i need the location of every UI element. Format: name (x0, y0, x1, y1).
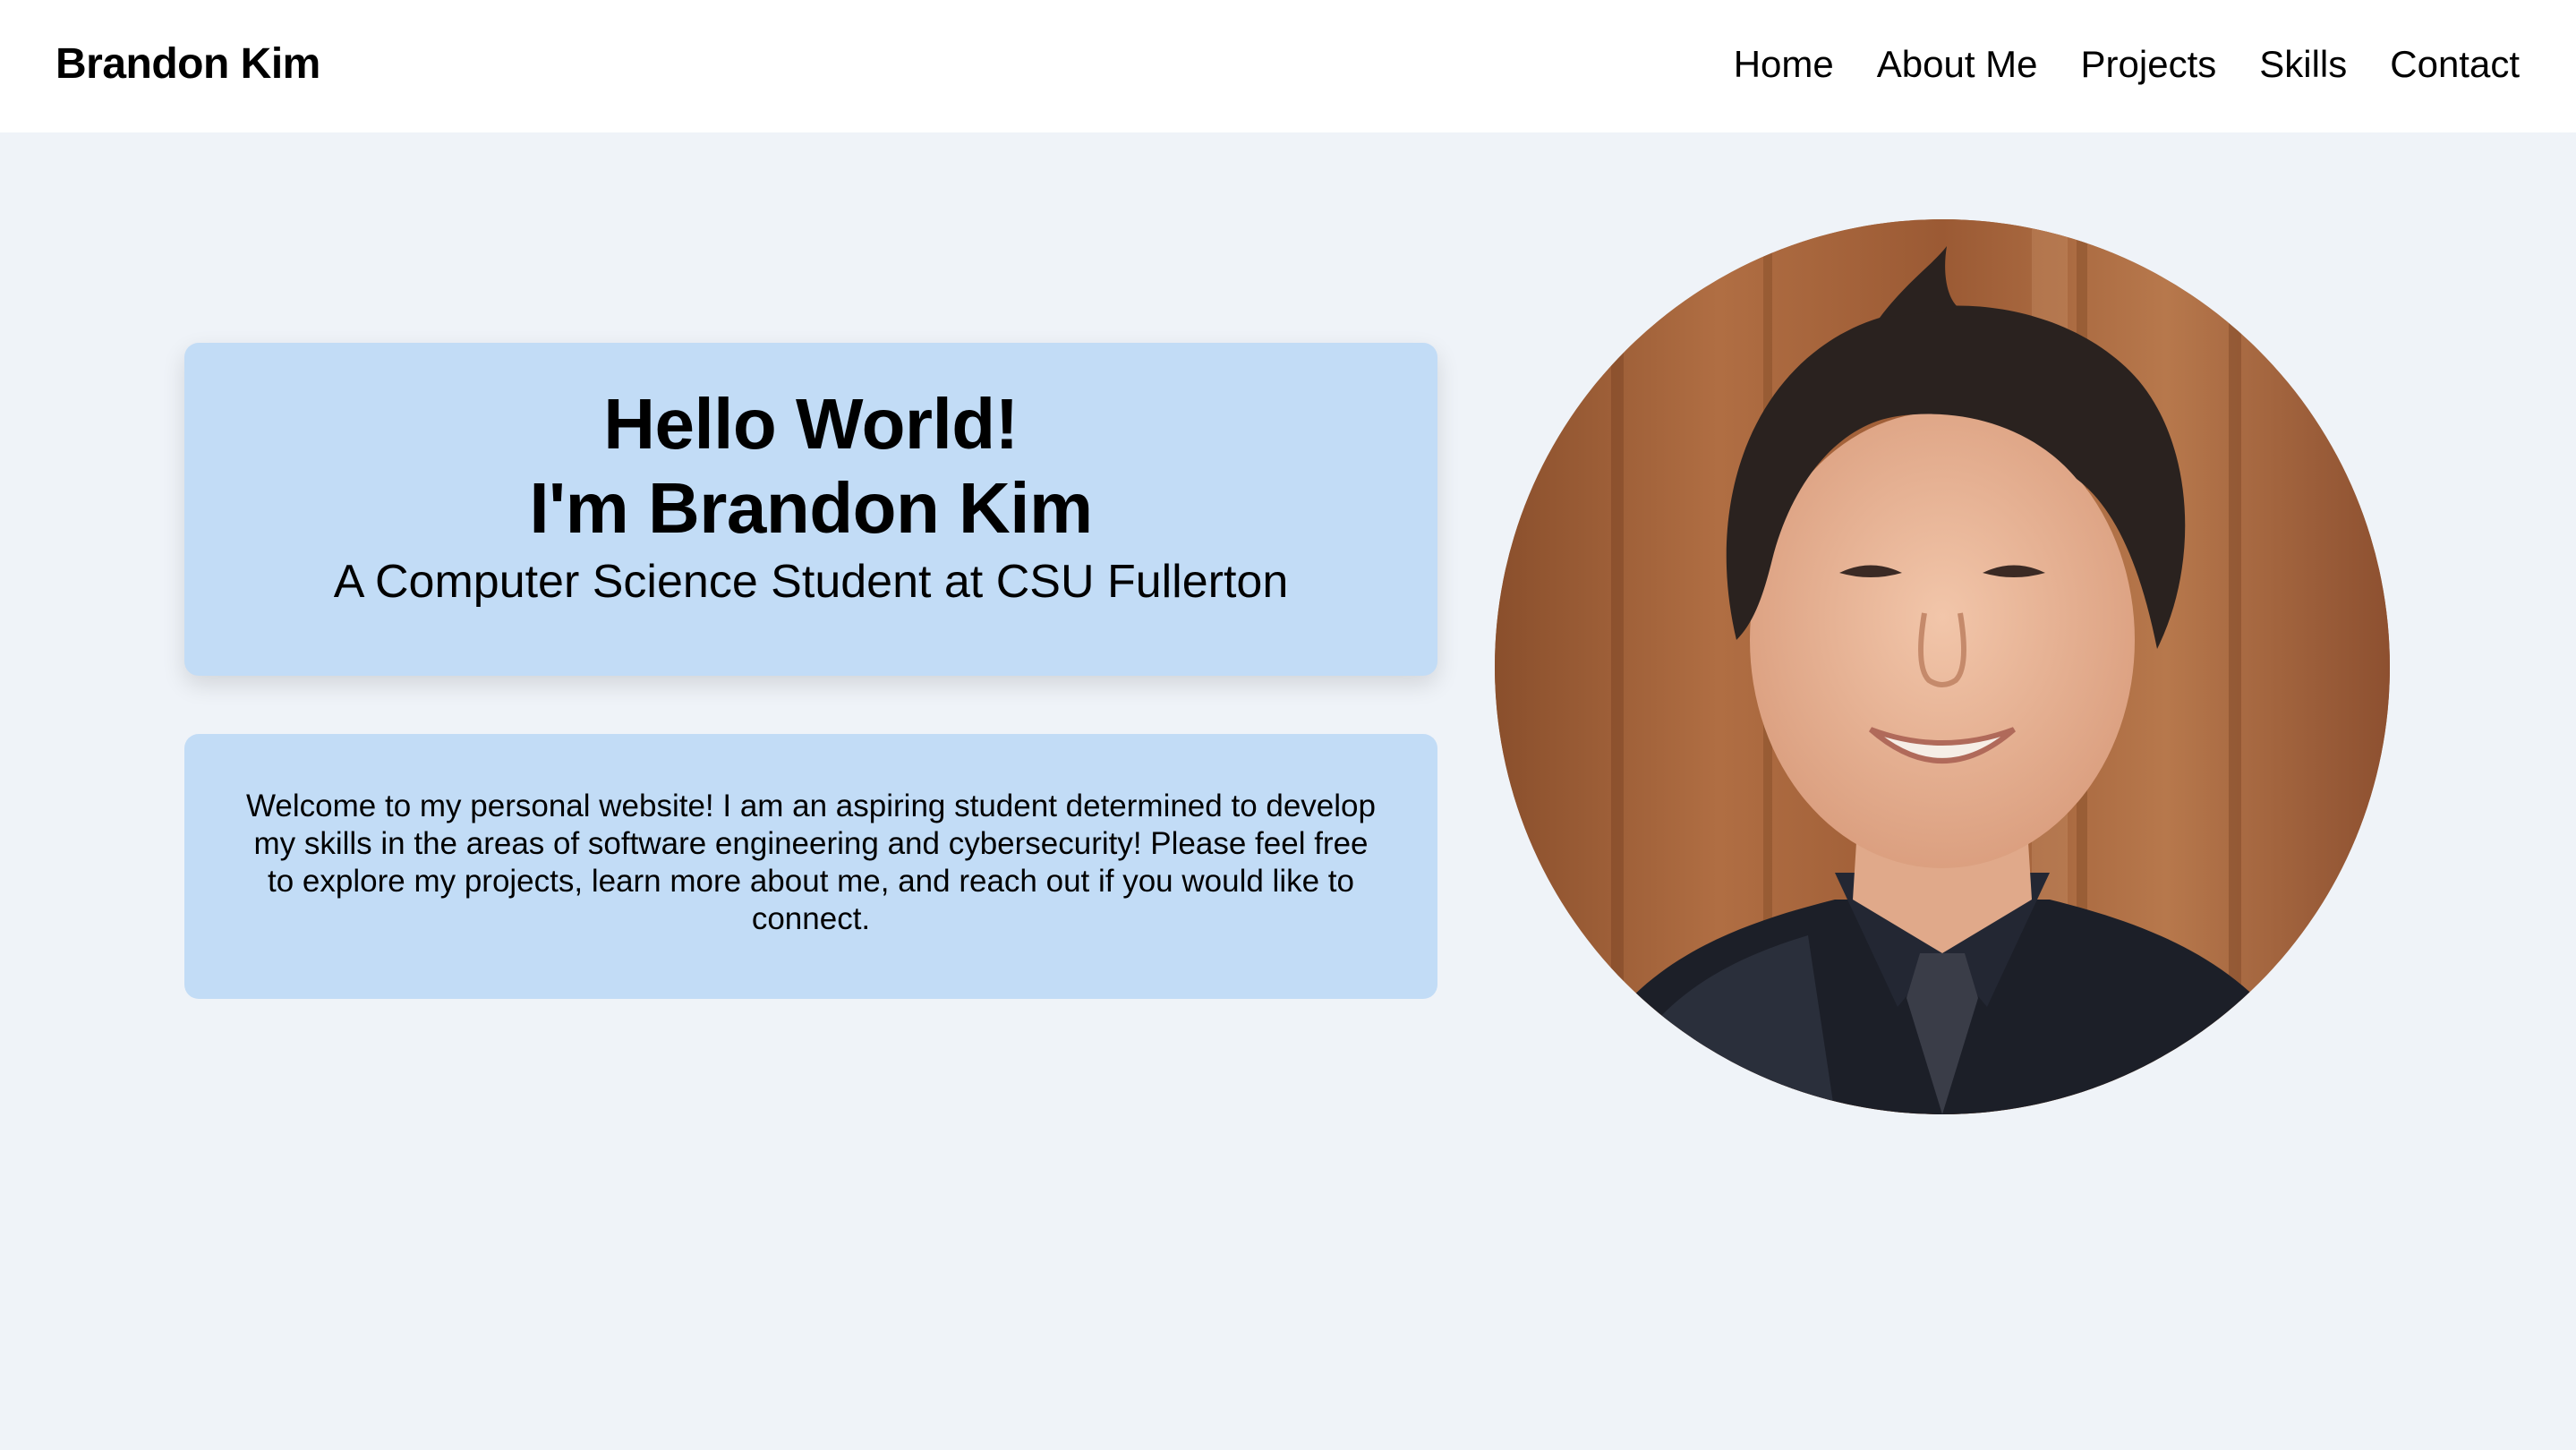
nav-link-about[interactable]: About Me (1877, 43, 2038, 85)
nav-links: Home About Me Projects Skills Contact (1734, 38, 2520, 91)
nav-item-contact: Contact (2390, 38, 2520, 91)
hero-card: Hello World! I'm Brandon Kim A Computer … (184, 343, 1437, 676)
hero-greeting: Hello World! (603, 384, 1019, 464)
navbar: Brandon Kim Home About Me Projects Skill… (0, 0, 2576, 132)
portrait-illustration (1495, 219, 2390, 1114)
nav-link-skills[interactable]: Skills (2259, 43, 2347, 85)
hero-subtitle: A Computer Science Student at CSU Fuller… (333, 556, 1289, 608)
intro-card: Welcome to my personal website! I am an … (184, 734, 1437, 999)
intro-text: Welcome to my personal website! I am an … (246, 789, 1376, 936)
site-brand[interactable]: Brandon Kim (55, 38, 320, 91)
profile-photo (1495, 219, 2390, 1114)
nav-link-contact[interactable]: Contact (2390, 43, 2520, 85)
nav-item-skills: Skills (2259, 38, 2347, 91)
hero-name: I'm Brandon Kim (529, 468, 1093, 548)
nav-item-about: About Me (1877, 38, 2038, 91)
nav-item-projects: Projects (2081, 38, 2217, 91)
nav-link-home[interactable]: Home (1734, 43, 1834, 85)
nav-item-home: Home (1734, 38, 1834, 91)
nav-link-projects[interactable]: Projects (2081, 43, 2217, 85)
